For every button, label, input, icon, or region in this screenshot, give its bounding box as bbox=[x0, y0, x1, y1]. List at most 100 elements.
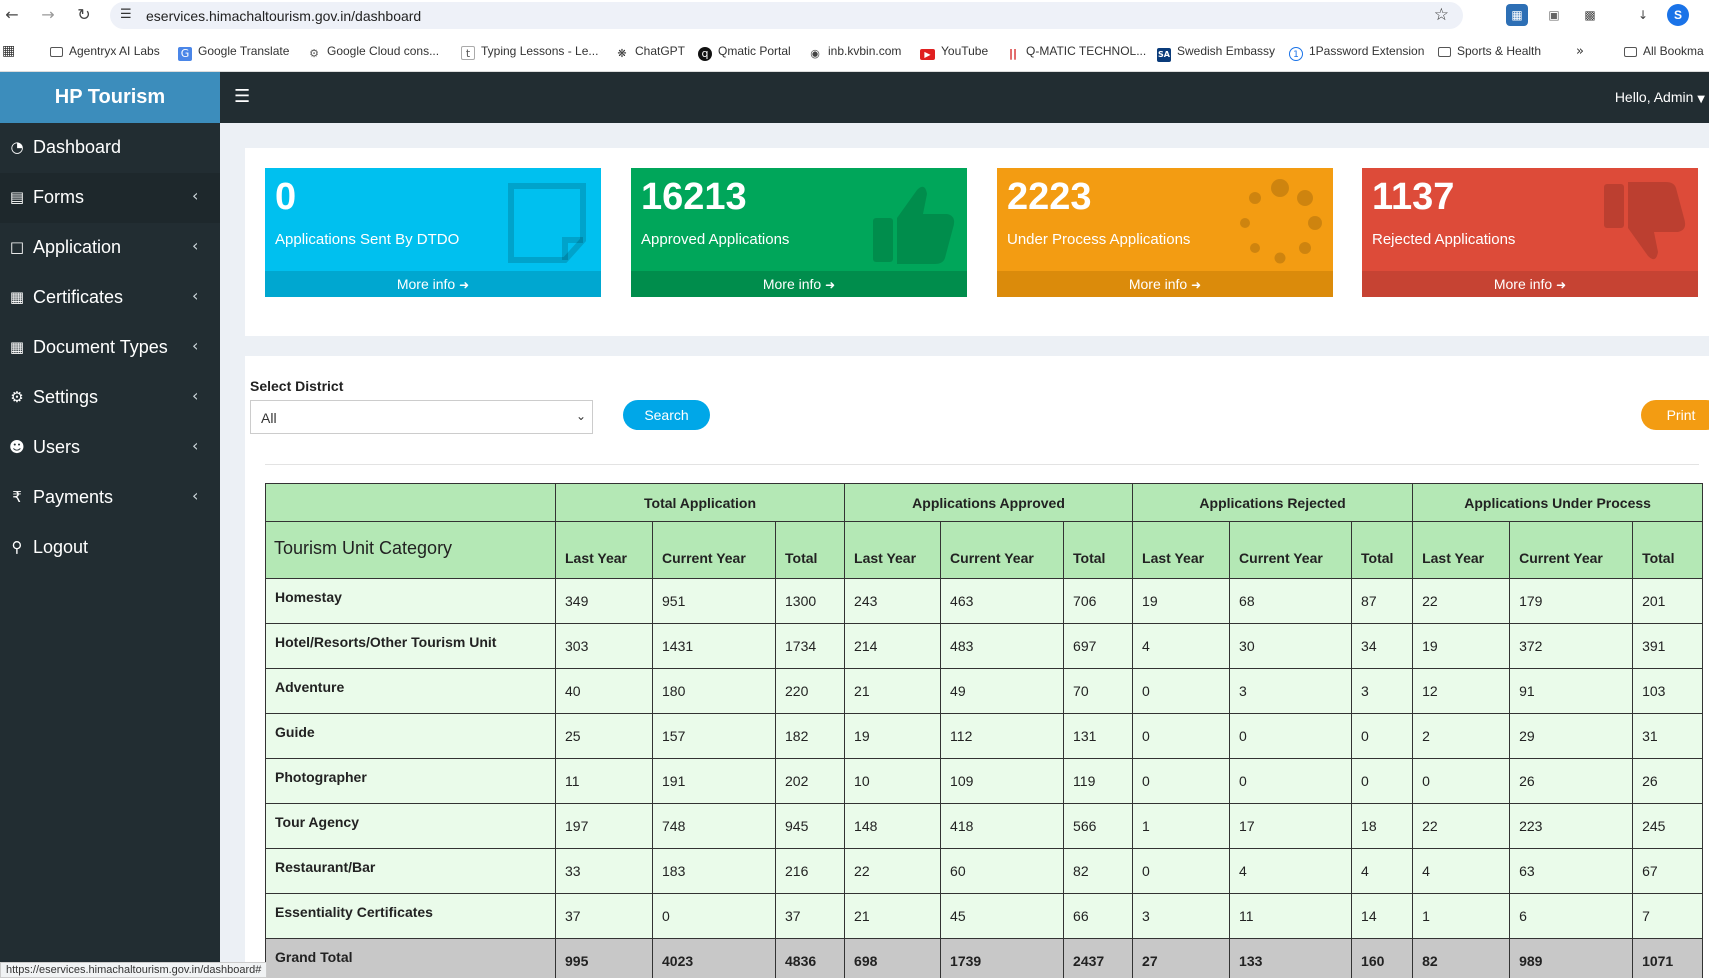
brand-logo[interactable]: HP Tourism bbox=[0, 72, 220, 123]
profile-avatar[interactable]: S bbox=[1667, 4, 1689, 26]
print-button[interactable]: Print bbox=[1641, 400, 1709, 430]
user-menu[interactable]: Hello, Admin ▼ bbox=[1615, 89, 1705, 105]
value-cell: 2 bbox=[1412, 713, 1511, 759]
bookmark-item[interactable]: ▶ YouTube bbox=[920, 44, 988, 60]
bookmark-item[interactable]: ⚙ Google Cloud cons... bbox=[307, 44, 439, 60]
reload-icon[interactable]: ↻ bbox=[72, 3, 96, 27]
bookmark-item[interactable]: || Q-MATIC TECHNOL... bbox=[1006, 44, 1146, 60]
address-bar[interactable]: ☰ eservices.himachaltourism.gov.in/dashb… bbox=[110, 2, 1463, 29]
value-cell: 243 bbox=[844, 578, 942, 624]
value-cell: 0 bbox=[1229, 758, 1353, 804]
sidebar-item-settings[interactable]: ⚙ Settings ‹ bbox=[0, 373, 220, 423]
embassy-icon: SA bbox=[1157, 48, 1171, 62]
stats-panel: 0 Applications Sent By DTDO More info ➜ … bbox=[245, 148, 1709, 336]
value-cell: 1739 bbox=[940, 938, 1065, 978]
bookmark-item[interactable]: q Qmatic Portal bbox=[698, 44, 791, 61]
sidebar-item-document-types[interactable]: ▦ Document Types ‹ bbox=[0, 323, 220, 373]
url-text[interactable]: eservices.himachaltourism.gov.in/dashboa… bbox=[146, 8, 421, 24]
value-cell: 82 bbox=[1063, 848, 1134, 894]
value-cell: 103 bbox=[1632, 668, 1704, 714]
sidebar-item-users[interactable]: ☻ Users ‹ bbox=[0, 423, 220, 473]
bookmark-item[interactable]: t Typing Lessons - Le... bbox=[461, 44, 598, 60]
download-icon[interactable]: ↓ bbox=[1632, 4, 1654, 26]
value-cell: 1300 bbox=[774, 578, 846, 624]
value-cell: 201 bbox=[1632, 578, 1704, 624]
bookmark-item[interactable]: SA Swedish Embassy bbox=[1157, 44, 1275, 62]
value-cell: 483 bbox=[940, 623, 1065, 669]
extension-icon[interactable]: ▦ bbox=[1506, 4, 1528, 26]
value-cell: 216 bbox=[774, 848, 846, 894]
more-info-link[interactable]: More info ➜ bbox=[265, 271, 601, 297]
value-cell: 951 bbox=[652, 578, 776, 624]
bookmark-item[interactable]: ❋ ChatGPT bbox=[615, 44, 685, 60]
column-header: Last Year bbox=[555, 521, 653, 579]
more-info-link[interactable]: More info ➜ bbox=[631, 271, 967, 297]
sidebar-item-payments[interactable]: ₹ Payments ‹ bbox=[0, 473, 220, 523]
cast-icon[interactable]: ▣ bbox=[1543, 4, 1565, 26]
more-info-link[interactable]: More info ➜ bbox=[1362, 271, 1698, 297]
value-cell: 349 bbox=[555, 578, 653, 624]
value-cell: 91 bbox=[1509, 668, 1634, 714]
value-cell: 34 bbox=[1351, 623, 1414, 669]
value-cell: 160 bbox=[1351, 938, 1414, 978]
chatgpt-icon: ❋ bbox=[617, 47, 627, 60]
district-select[interactable]: All ⌄ bbox=[250, 400, 593, 434]
table-row: Tour Agency 197 748 945 148 418 566 1 17 18 22 223 2… bbox=[265, 803, 1704, 849]
back-arrow-icon[interactable]: ← bbox=[0, 3, 24, 27]
value-cell: 11 bbox=[1229, 893, 1353, 939]
bookmark-item[interactable]: Agentryx AI Labs bbox=[50, 44, 160, 60]
stat-box-rejected: 1137 Rejected Applications More info ➜ bbox=[1362, 168, 1698, 297]
category-cell: Hotel/Resorts/Other Tourism Unit bbox=[265, 623, 556, 669]
sidebar: ◔ Dashboard ▤ Forms ‹ □ Application ‹ ▦ … bbox=[0, 123, 220, 978]
sidebar-item-application[interactable]: □ Application ‹ bbox=[0, 223, 220, 273]
arrow-circle-right-icon: ➜ bbox=[459, 278, 470, 292]
more-info-link[interactable]: More info ➜ bbox=[997, 271, 1333, 297]
sidebar-item-forms[interactable]: ▤ Forms ‹ bbox=[0, 173, 220, 223]
bookmark-item[interactable]: G Google Translate bbox=[178, 44, 289, 61]
value-cell: 7 bbox=[1632, 893, 1704, 939]
value-cell: 112 bbox=[940, 713, 1065, 759]
cloud-icon: ⚙ bbox=[309, 47, 319, 60]
value-cell: 29 bbox=[1509, 713, 1634, 759]
sidebar-item-certificates[interactable]: ▦ Certificates ‹ bbox=[0, 273, 220, 323]
value-cell: 25 bbox=[555, 713, 653, 759]
all-bookmarks[interactable]: All Bookma bbox=[1624, 44, 1704, 60]
table-row: Essentiality Certificates 37 0 37 21 45 66 3 11 1… bbox=[265, 893, 1704, 939]
hamburger-menu-icon[interactable]: ☰ bbox=[234, 86, 250, 107]
typing-icon: t bbox=[461, 46, 475, 60]
gear-icon: ⚙ bbox=[10, 388, 24, 406]
value-cell: 14 bbox=[1351, 893, 1414, 939]
globe-icon: ◉ bbox=[810, 47, 820, 60]
value-cell: 31 bbox=[1632, 713, 1704, 759]
value-cell: 49 bbox=[940, 668, 1065, 714]
bookmark-star-icon[interactable]: ☆ bbox=[1434, 5, 1449, 25]
value-cell: 214 bbox=[844, 623, 942, 669]
arrow-circle-right-icon: ➜ bbox=[1191, 278, 1202, 292]
value-cell: 4 bbox=[1132, 623, 1231, 669]
search-button[interactable]: Search bbox=[623, 400, 710, 430]
bookmark-item[interactable]: ◉ inb.kvbin.com bbox=[808, 44, 901, 60]
sidebar-item-logout[interactable]: ⚲ Logout bbox=[0, 523, 220, 573]
bookmark-item[interactable]: 1 1Password Extension bbox=[1289, 44, 1424, 61]
value-cell: 119 bbox=[1063, 758, 1134, 804]
bookmarks-overflow-icon[interactable]: » bbox=[1576, 44, 1584, 60]
report-panel: Select District All ⌄ Search Print Total… bbox=[245, 356, 1709, 978]
column-header: Current Year bbox=[940, 521, 1065, 579]
forward-arrow-icon[interactable]: → bbox=[36, 3, 60, 27]
sidebar-item-dashboard[interactable]: ◔ Dashboard bbox=[0, 123, 220, 173]
value-cell: 202 bbox=[774, 758, 846, 804]
category-header: Tourism Unit Category bbox=[265, 521, 556, 579]
value-cell: 0 bbox=[1132, 758, 1231, 804]
stat-box-under-process: 2223 Under Process Applications More inf… bbox=[997, 168, 1333, 297]
site-settings-icon[interactable]: ☰ bbox=[120, 7, 136, 23]
bookmark-item[interactable]: Sports & Health bbox=[1438, 44, 1541, 60]
value-cell: 183 bbox=[652, 848, 776, 894]
value-cell: 0 bbox=[1351, 713, 1414, 759]
file-excel-icon: ▦ bbox=[9, 338, 25, 356]
apps-grid-icon[interactable]: ▦ bbox=[2, 43, 15, 59]
value-cell: 391 bbox=[1632, 623, 1704, 669]
extensions-puzzle-icon[interactable]: ▩ bbox=[1579, 4, 1601, 26]
value-cell: 0 bbox=[1229, 713, 1353, 759]
sticky-note-icon bbox=[508, 183, 586, 263]
value-cell: 10 bbox=[844, 758, 942, 804]
